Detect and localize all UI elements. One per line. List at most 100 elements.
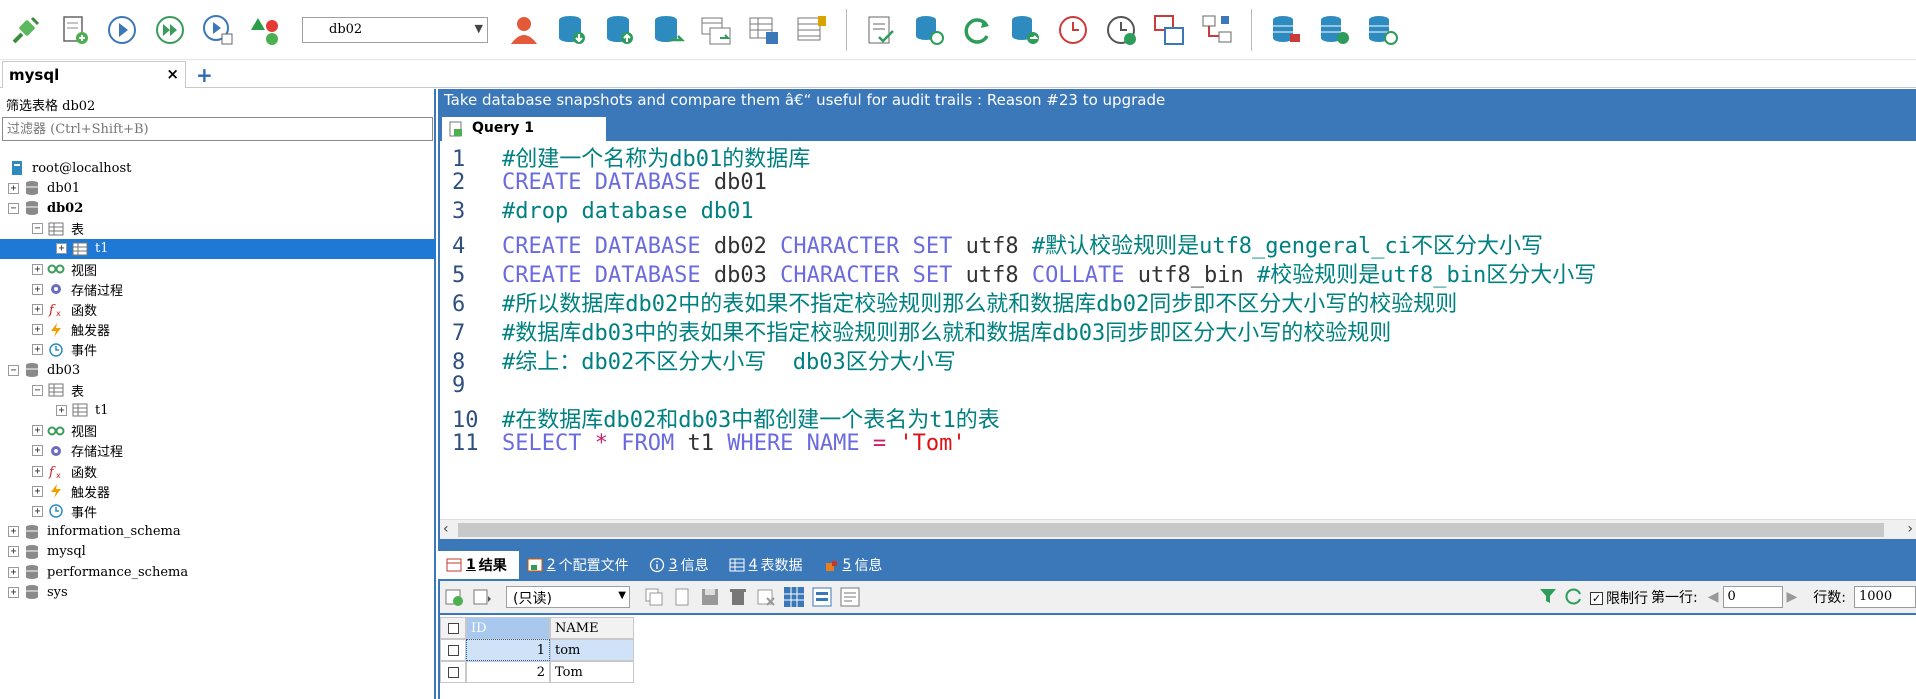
expand-icon[interactable]: + [8,182,19,194]
select-all-checkbox[interactable] [440,617,466,639]
expand-icon[interactable]: + [56,243,67,255]
limit-checkbox[interactable]: ✓ [1590,591,1603,605]
tree-node-database[interactable]: + information_schema [8,522,181,542]
add-connection-tab-button[interactable]: + [196,63,213,87]
tree-node-views[interactable]: + 视图 [32,259,97,279]
tab-result-4[interactable]: 4 表数据 [721,551,815,579]
code-line[interactable]: 2 CREATE DATABASE db01 [440,170,767,199]
chevron-left-icon[interactable]: ‹ [443,521,449,537]
tab-query-1[interactable]: Query 1 + [442,117,606,141]
tree-node-database[interactable]: − db03 [8,360,80,380]
readonly-select[interactable]: (只读) ▼ [506,586,630,608]
cell-id[interactable]: 2 [466,661,550,683]
code-line[interactable]: 11 SELECT * FROM t1 WHERE NAME = 'Tom' [440,431,966,460]
tree-node-tables[interactable]: − 表 [32,380,84,400]
tab-result-3[interactable]: 3 信息 [641,551,721,579]
tab-result-1[interactable]: 1 结果 [438,551,519,579]
tree-node-views[interactable]: + 视图 [32,421,97,441]
expand-icon[interactable]: + [8,526,19,538]
code-line[interactable]: 3 #drop database db01 [440,199,754,228]
tree-node-events[interactable]: + 事件 [32,340,97,360]
expand-icon[interactable]: + [32,283,43,295]
expand-icon[interactable]: + [32,344,43,356]
form-view-icon[interactable] [811,586,833,608]
schema-compare-icon[interactable] [696,10,736,50]
refresh-results-icon[interactable] [1564,586,1584,610]
tree-node-table[interactable]: + t1 [0,238,436,259]
tree-node-procedures[interactable]: + 存储过程 [32,441,123,461]
first-row-input[interactable]: 0 [1722,586,1783,608]
copy-icon[interactable] [671,586,693,608]
expand-icon[interactable]: + [8,586,19,598]
editor-horizontal-scrollbar[interactable]: ‹ › [440,519,1916,539]
close-icon[interactable]: × [166,65,179,83]
code-line[interactable]: 5 CREATE DATABASE db03 CHARACTER SET utf8… [440,257,1596,288]
tree-node-functions[interactable]: + f x 函数 [32,299,97,319]
new-query-icon[interactable] [54,10,94,50]
duplicate-row-icon[interactable] [643,586,665,608]
text-view-icon[interactable] [839,586,861,608]
chevron-right-icon[interactable]: ▶ [1787,589,1798,605]
tree-node-procedures[interactable]: + 存储过程 [32,279,123,299]
cell-name[interactable]: tom [550,639,634,661]
data-compare-icon[interactable] [744,10,784,50]
code-line[interactable]: 8 #综上：db02不区分大小写 db03区分大小写 [440,344,956,375]
restore-icon[interactable] [1005,10,1045,50]
expand-icon[interactable]: + [32,505,43,517]
tab-result-2[interactable]: 2 个配置文件 [519,551,641,579]
expand-icon[interactable]: + [32,485,43,497]
code-line[interactable]: 1 #创建一个名称为db01的数据库 [440,141,810,172]
run-explain-icon[interactable] [198,10,238,50]
designer-icon[interactable] [1149,10,1189,50]
tree-node-server[interactable]: root@localhost [8,158,131,178]
db-import-icon[interactable] [552,10,592,50]
row-checkbox[interactable] [440,661,466,683]
db-export-icon[interactable] [600,10,640,50]
tree-node-database[interactable]: + mysql [8,542,86,562]
column-header-id[interactable]: ID [466,617,550,639]
code-line[interactable]: 6 #所以数据库db02中的表如果不指定校验规则那么就和数据库db02同步即不区分… [440,286,1457,317]
db-stack-3-icon[interactable] [1362,10,1402,50]
expand-icon[interactable]: + [32,465,43,477]
code-line[interactable]: 4 CREATE DATABASE db02 CHARACTER SET utf8… [440,228,1543,259]
user-icon[interactable] [504,10,544,50]
collapse-icon[interactable]: − [32,223,43,235]
expand-icon[interactable]: + [32,445,43,457]
database-select[interactable]: db02 ▼ [302,16,488,43]
filter-input[interactable] [2,117,433,141]
expand-icon[interactable]: + [32,303,43,315]
add-row-icon[interactable] [443,586,465,608]
run-all-icon[interactable] [150,10,190,50]
collapse-icon[interactable]: − [8,202,19,214]
tree-node-triggers[interactable]: + 触发器 [32,481,110,501]
expand-icon[interactable]: + [32,263,43,275]
code-line[interactable]: 9 [440,373,502,402]
rows-count-input[interactable]: 1000 [1854,586,1916,608]
query-builder-icon[interactable] [792,10,832,50]
refresh-icon[interactable] [957,10,997,50]
code-line[interactable]: 7 #数据库db03中的表如果不指定校验规则那么就和数据库db03同步即区分大小写… [440,315,1391,346]
expand-icon[interactable]: + [32,425,43,437]
query-log-icon[interactable] [861,10,901,50]
cell-name[interactable]: Tom [550,661,634,683]
row-checkbox[interactable] [440,639,466,661]
expand-icon[interactable]: + [8,566,19,578]
tree-node-database[interactable]: + sys [8,582,68,602]
backup-icon[interactable] [909,10,949,50]
tab-mysql-connection[interactable]: mysql × [2,61,186,88]
shapes-icon[interactable] [246,10,286,50]
funnel-icon[interactable] [1538,586,1558,610]
run-icon[interactable] [102,10,142,50]
expand-icon[interactable]: + [56,404,67,416]
plug-icon[interactable] [6,10,46,50]
diagram-icon[interactable] [1197,10,1237,50]
tree-node-database[interactable]: + db01 [8,178,80,198]
add-query-tab-button[interactable]: + [582,117,599,141]
delete-icon[interactable] [727,586,749,608]
column-header-name[interactable]: NAME [550,617,634,639]
cell-id[interactable]: 1 [466,639,550,661]
collapse-icon[interactable]: − [8,364,19,376]
tree-node-database[interactable]: − db02 [8,198,83,218]
tab-result-5[interactable]: 5 信息 [815,551,895,579]
tree-node-triggers[interactable]: + 触发器 [32,320,110,340]
